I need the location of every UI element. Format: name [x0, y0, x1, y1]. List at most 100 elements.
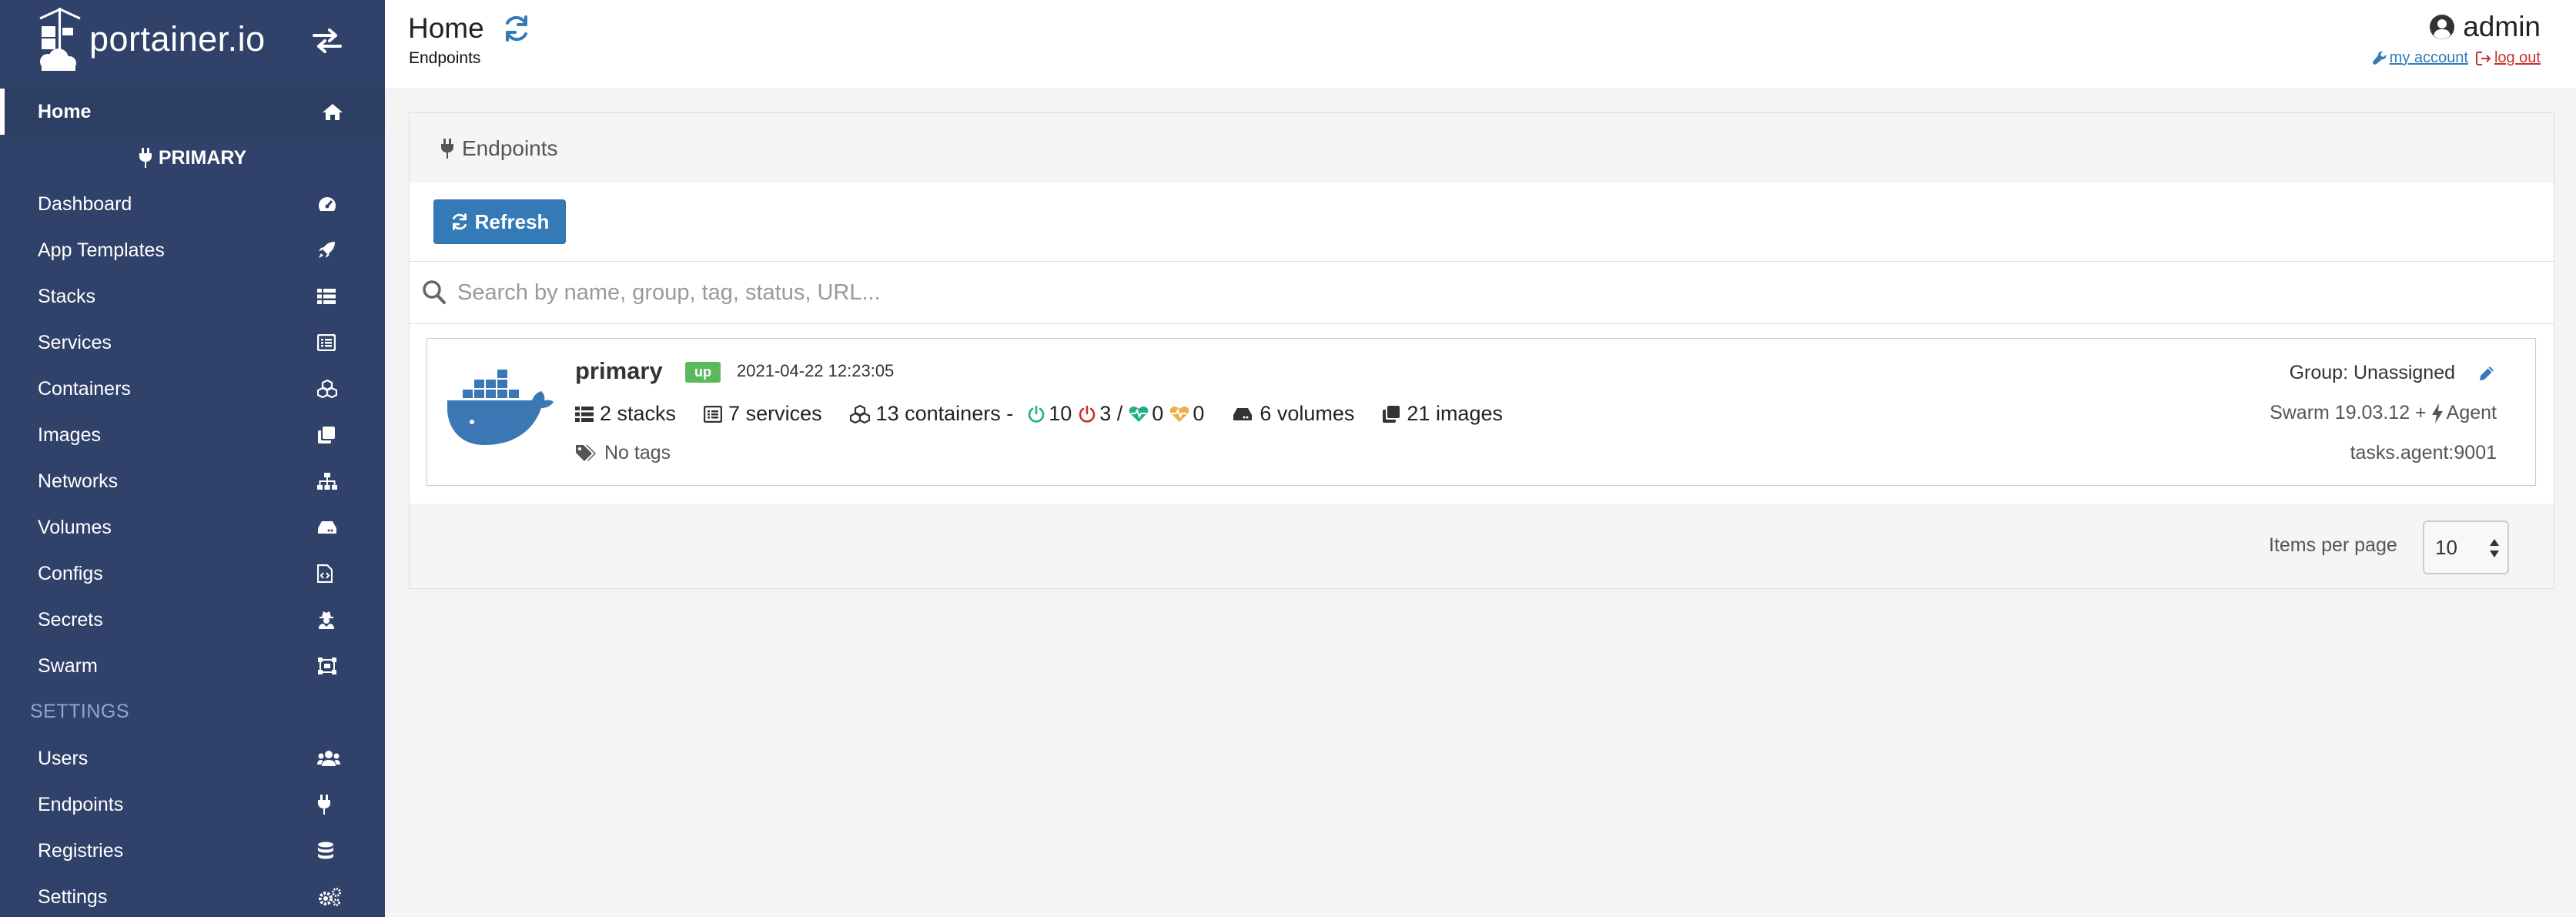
endpoint-timestamp: 2021-04-22 12:23:05 — [737, 361, 895, 380]
sidebar-item-stacks[interactable]: Stacks — [0, 273, 385, 320]
sidebar-item-label: Containers — [38, 377, 131, 400]
endpoint-version: Swarm 19.03.12 + Agent — [2270, 402, 2497, 424]
cogs-icon — [317, 888, 342, 906]
search-bar — [410, 261, 2554, 324]
sidebar-item-networks[interactable]: Networks — [0, 458, 385, 504]
sign-out-icon — [2475, 51, 2491, 65]
hdd-icon — [1233, 407, 1253, 420]
sidebar-item-users[interactable]: Users — [0, 735, 385, 781]
page-header: Home Endpoints admin my account log out — [385, 0, 2576, 89]
stat-services: 7 services — [704, 402, 822, 426]
sidebar-item-images[interactable]: Images — [0, 412, 385, 458]
sidebar-item-registries[interactable]: Registries — [0, 828, 385, 874]
sidebar-item-label: Settings — [38, 885, 108, 908]
stat-containers-text: 13 containers - — [875, 402, 1014, 425]
pencil-icon[interactable] — [2478, 365, 2495, 382]
th-list-icon — [317, 288, 336, 305]
clone-icon — [317, 426, 336, 444]
plug-icon — [441, 139, 453, 159]
portainer-logo[interactable]: portainer.io — [37, 6, 266, 72]
sidebar-item-app-templates[interactable]: App Templates — [0, 227, 385, 273]
sidebar-toggle-icon[interactable] — [313, 28, 342, 54]
sidebar-item-label: Dashboard — [38, 192, 132, 215]
plug-icon — [317, 795, 331, 815]
sidebar-item-label: Services — [38, 331, 112, 353]
search-input[interactable] — [457, 262, 2536, 323]
refresh-icon[interactable] — [502, 14, 531, 43]
stat-stopped: 3 / — [1078, 402, 1122, 426]
bolt-icon — [2431, 403, 2443, 423]
user-secret-icon — [317, 611, 336, 629]
sidebar-item-label: Stacks — [38, 285, 96, 307]
sidebar-item-label: Users — [38, 747, 89, 769]
endpoint-stats: 2 stacks 7 services 13 containers - 10 3… — [575, 402, 1531, 426]
sidebar-item-dashboard[interactable]: Dashboard — [0, 181, 385, 227]
stat-healthy-count: 0 — [1152, 402, 1164, 425]
status-badge: up — [685, 362, 721, 383]
cubes-icon — [317, 380, 337, 398]
sidebar-item-volumes[interactable]: Volumes — [0, 504, 385, 551]
clone-icon — [1383, 405, 1400, 423]
page-title: Home — [408, 12, 484, 44]
cubes-icon — [849, 404, 870, 423]
tachometer-icon — [317, 196, 337, 213]
sidebar-endpoint-title: PRIMARY — [0, 137, 385, 179]
rocket-icon — [317, 241, 336, 259]
select-arrows-icon — [2489, 537, 2500, 559]
refresh-button[interactable]: Refresh — [433, 199, 566, 244]
tags-text: No tags — [604, 442, 671, 464]
sidebar-item-label: Swarm — [38, 654, 98, 677]
breadcrumb: Endpoints — [409, 49, 481, 67]
endpoint-tags: No tags — [575, 442, 671, 464]
endpoint-url: tasks.agent:9001 — [2350, 442, 2497, 464]
widget-title: Endpoints — [440, 136, 558, 161]
widget-title-text: Endpoints — [462, 136, 558, 160]
widget-footer: Items per page 10 — [410, 504, 2554, 588]
log-out-link[interactable]: log out — [2475, 49, 2541, 67]
sidebar-item-label: Images — [38, 423, 101, 446]
sidebar-header: portainer.io — [0, 0, 385, 79]
tags-icon — [576, 444, 596, 461]
sidebar-item-swarm[interactable]: Swarm — [0, 643, 385, 689]
account-links: my account log out — [2372, 49, 2541, 67]
sidebar-item-endpoints[interactable]: Endpoints — [0, 781, 385, 828]
sidebar-item-label: Networks — [38, 470, 119, 492]
endpoint-list: primary up 2021-04-22 12:23:05 2 stacks … — [410, 324, 2554, 504]
items-per-page-select[interactable]: 10 — [2423, 520, 2509, 574]
home-icon — [322, 102, 343, 121]
sidebar-item-secrets[interactable]: Secrets — [0, 597, 385, 643]
database-icon — [317, 842, 334, 860]
object-group-icon — [317, 657, 337, 675]
docker-logo-icon — [446, 368, 555, 448]
sidebar-item-home[interactable]: Home — [0, 89, 385, 135]
endpoint-name: primary — [575, 357, 663, 384]
stat-volumes: 6 volumes — [1232, 402, 1354, 426]
sidebar-item-label: Configs — [38, 562, 103, 584]
log-out-label: log out — [2494, 49, 2541, 66]
stat-healthy: 0 — [1129, 402, 1163, 426]
heartbeat-icon — [1170, 406, 1189, 422]
sidebar-item-containers[interactable]: Containers — [0, 366, 385, 412]
widget-toolbar: Refresh — [410, 182, 2554, 261]
search-icon — [422, 279, 447, 306]
user-circle-icon — [2430, 15, 2455, 39]
sidebar-item-settings[interactable]: Settings — [0, 874, 385, 917]
refresh-button-label: Refresh — [474, 209, 550, 233]
sidebar-item-configs[interactable]: Configs — [0, 551, 385, 597]
group-text: Group: Unassigned — [2289, 362, 2455, 383]
stat-stacks: 2 stacks — [575, 402, 676, 426]
list-alt-icon — [704, 405, 723, 423]
endpoint-card[interactable]: primary up 2021-04-22 12:23:05 2 stacks … — [427, 338, 2536, 486]
agent-text: Agent — [2446, 402, 2497, 423]
list-alt-icon — [317, 334, 336, 351]
wrench-icon — [2372, 51, 2386, 65]
stat-unhealthy-count: 0 — [1193, 402, 1205, 425]
users-icon — [317, 750, 340, 767]
my-account-link[interactable]: my account — [2372, 49, 2468, 67]
sidebar-item-label: Registries — [38, 839, 124, 862]
sidebar-item-label: Endpoints — [38, 793, 124, 815]
power-on-icon — [1028, 405, 1045, 423]
heartbeat-icon — [1129, 406, 1149, 422]
my-account-label: my account — [2389, 49, 2468, 66]
sidebar-item-services[interactable]: Services — [0, 320, 385, 366]
